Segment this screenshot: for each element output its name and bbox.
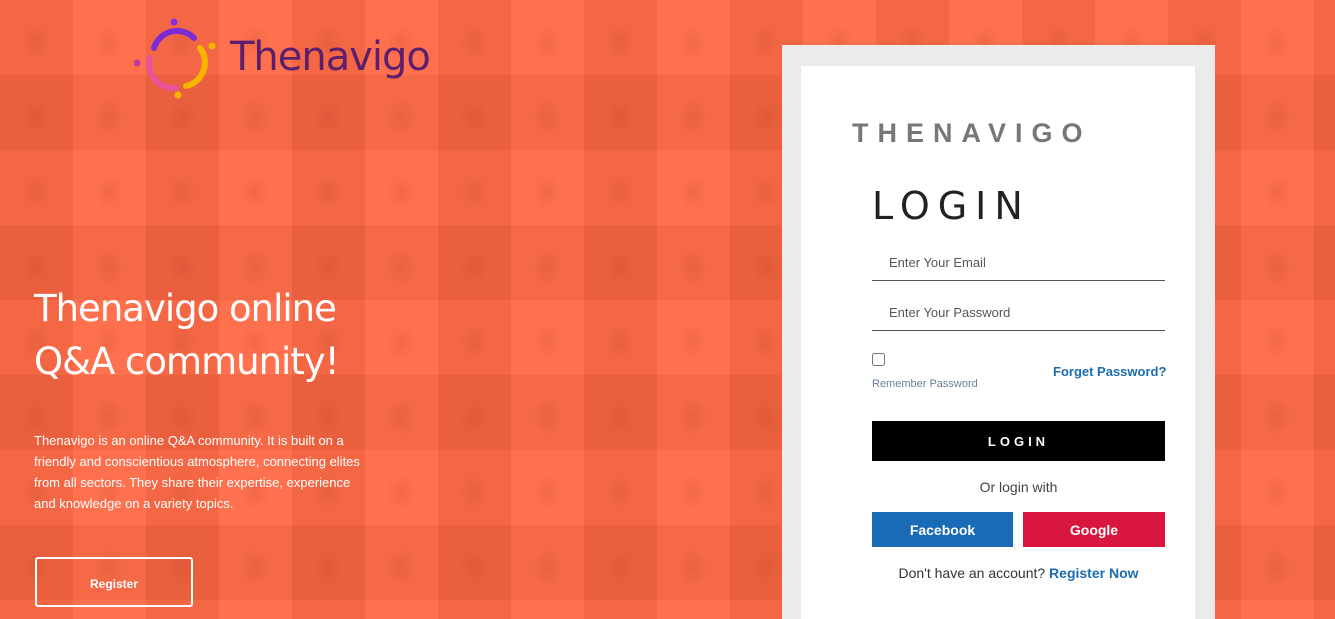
google-login-button[interactable]: Google (1023, 512, 1165, 547)
password-input[interactable] (872, 295, 1165, 331)
hero-title: Thenavigo online Q&A community! (34, 282, 434, 388)
or-login-with-text: Or login with (979, 479, 1058, 495)
forget-password-link[interactable]: Forget Password? (1053, 364, 1166, 379)
login-button[interactable]: LOGIN (872, 421, 1165, 461)
register-now-link[interactable]: Register Now (1049, 565, 1138, 581)
hero-title-line1: Thenavigo online (34, 287, 337, 330)
signup-line: Don't have an account? Register Now (872, 565, 1165, 581)
logo-text: Thenavigo (230, 34, 431, 80)
hero-description: Thenavigo is an online Q&A community. It… (34, 433, 360, 511)
email-input[interactable] (872, 245, 1165, 281)
signup-prompt: Don't have an account? (898, 565, 1046, 581)
facebook-login-button[interactable]: Facebook (872, 512, 1013, 547)
remember-password-checkbox[interactable] (872, 353, 885, 366)
logo: Thenavigo (134, 18, 454, 102)
panel-brand-title: THENAVIGO (852, 118, 1092, 148)
logo-icon (134, 18, 216, 99)
remember-password-label: Remember Password (872, 378, 978, 390)
hero-title-line2: Q&A community! (34, 340, 340, 383)
register-button[interactable]: Register (35, 557, 193, 607)
login-heading: LOGIN (872, 184, 1031, 228)
